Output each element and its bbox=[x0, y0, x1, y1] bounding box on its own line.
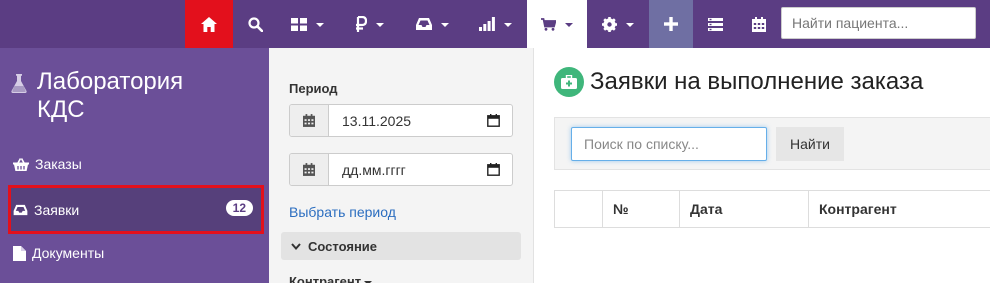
medkit-icon bbox=[554, 67, 584, 97]
sidebar: Лаборатория КДС Заказы Заявки 12 Докумен… bbox=[0, 48, 269, 283]
select-period-link[interactable]: Выбрать период bbox=[289, 204, 396, 220]
state-label: Состояние bbox=[308, 238, 378, 254]
patient-search-input[interactable] bbox=[781, 7, 976, 39]
state-filter-toggle[interactable]: Состояние bbox=[281, 232, 521, 260]
date-to-input[interactable]: дд.мм.гггг bbox=[329, 154, 512, 185]
sidebar-item-documents[interactable]: Документы bbox=[0, 231, 269, 275]
calendar-addon[interactable] bbox=[290, 154, 329, 185]
date-from-group: 13.11.2025 bbox=[289, 104, 513, 137]
dashboard-menu[interactable] bbox=[277, 0, 337, 48]
main-content: Заявки на выполнение заказа Найти № Дата… bbox=[534, 48, 990, 283]
finance-menu[interactable] bbox=[337, 0, 401, 48]
cart-icon bbox=[541, 17, 556, 31]
chevron-down-icon bbox=[504, 23, 512, 27]
sidebar-item-requests[interactable]: Заявки 12 bbox=[8, 185, 264, 234]
cart-menu[interactable] bbox=[527, 0, 587, 48]
sidebar-item-label: Заявки bbox=[34, 201, 80, 218]
calendar-button[interactable] bbox=[737, 0, 781, 48]
gear-icon bbox=[602, 16, 617, 32]
home-icon bbox=[201, 16, 217, 32]
basket-icon bbox=[13, 157, 29, 171]
date-to-group: дд.мм.гггг bbox=[289, 153, 513, 186]
document-icon bbox=[13, 245, 26, 261]
chevron-down-icon bbox=[315, 23, 324, 27]
chevron-down-icon bbox=[291, 242, 301, 250]
table-header-row: № Дата Контрагент bbox=[554, 190, 990, 228]
sidebar-item-label: Документы bbox=[32, 245, 105, 261]
table-header-contractor[interactable]: Контрагент bbox=[809, 191, 990, 227]
date-from-input[interactable]: 13.11.2025 bbox=[329, 105, 512, 136]
list-search-input[interactable] bbox=[571, 127, 767, 161]
sidebar-item-label: Заказы bbox=[35, 156, 82, 172]
calendar-icon bbox=[303, 114, 315, 127]
top-navbar bbox=[0, 0, 990, 48]
grid-icon bbox=[290, 17, 307, 31]
home-button[interactable] bbox=[185, 0, 233, 48]
calendar-picker-icon[interactable] bbox=[487, 114, 500, 127]
inbox-icon bbox=[416, 18, 432, 30]
filter-panel: Период 13.11.2025 дд.мм.гггг Выбрать пер… bbox=[269, 48, 534, 283]
sidebar-header: Лаборатория КДС bbox=[11, 68, 237, 124]
page-header: Заявки на выполнение заказа bbox=[554, 67, 923, 97]
ruble-icon bbox=[355, 16, 367, 32]
inbox-menu[interactable] bbox=[401, 0, 464, 48]
table-header-number[interactable]: № bbox=[603, 191, 680, 227]
count-badge: 12 bbox=[225, 200, 253, 216]
search-button[interactable] bbox=[233, 0, 277, 48]
find-button[interactable]: Найти bbox=[776, 127, 844, 161]
signal-bars-icon bbox=[479, 17, 495, 31]
period-label: Период bbox=[289, 81, 338, 96]
contractor-label: Контрагент bbox=[289, 274, 362, 283]
sidebar-item-orders[interactable]: Заказы bbox=[0, 142, 269, 186]
flask-icon bbox=[11, 74, 27, 93]
page-title: Заявки на выполнение заказа bbox=[590, 68, 924, 95]
date-to-value: дд.мм.гггг bbox=[342, 161, 406, 178]
chevron-down-icon bbox=[565, 23, 573, 27]
table-header-date[interactable]: Дата bbox=[680, 191, 809, 227]
lab-title: Лаборатория КДС bbox=[37, 68, 184, 123]
inbox-icon bbox=[13, 204, 28, 216]
settings-menu[interactable] bbox=[587, 0, 649, 48]
date-from-value: 13.11.2025 bbox=[342, 112, 412, 129]
list-button[interactable] bbox=[693, 0, 737, 48]
statistics-menu[interactable] bbox=[464, 0, 527, 48]
chevron-down-icon bbox=[626, 23, 634, 27]
add-button[interactable] bbox=[649, 0, 693, 48]
calendar-icon bbox=[752, 16, 766, 32]
search-icon bbox=[247, 16, 263, 32]
chevron-down-icon bbox=[375, 23, 384, 27]
search-well: Найти bbox=[554, 117, 990, 170]
calendar-icon bbox=[303, 163, 315, 176]
contractor-filter-toggle[interactable]: Контрагент bbox=[289, 274, 373, 283]
plus-icon bbox=[664, 17, 678, 31]
calendar-addon[interactable] bbox=[290, 105, 329, 136]
chevron-down-icon bbox=[441, 23, 449, 27]
table-header-select[interactable] bbox=[555, 191, 603, 227]
calendar-picker-icon[interactable] bbox=[487, 163, 500, 176]
list-icon bbox=[707, 17, 723, 31]
